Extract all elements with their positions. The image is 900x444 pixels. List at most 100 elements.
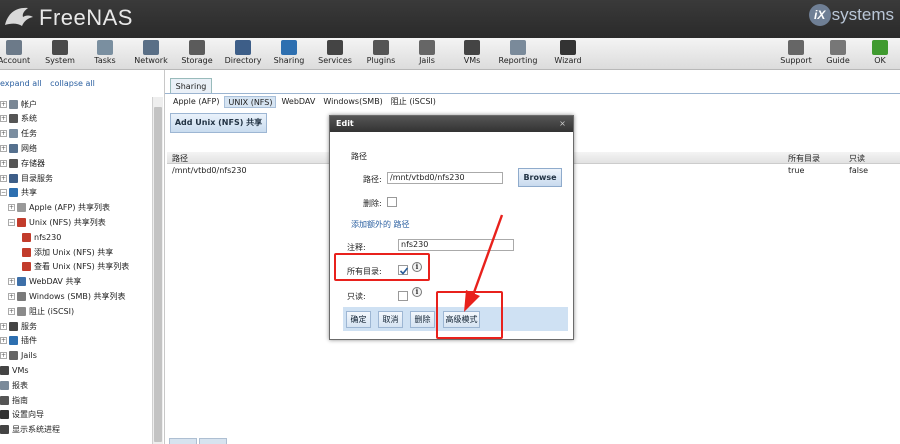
collapse-icon[interactable]: − xyxy=(8,218,15,226)
sidebar-scrollbar[interactable] xyxy=(152,97,163,444)
sidebar-item[interactable]: + 网络 xyxy=(0,141,37,155)
sidebar-item[interactable]: + 阻止 (iSCSI) xyxy=(8,304,74,318)
toolbar-reporting-button[interactable]: Reporting xyxy=(495,40,541,68)
column-header-alldirs[interactable]: 所有目录 xyxy=(788,153,820,164)
ok-button[interactable]: 确定 xyxy=(346,311,371,328)
toolbar-label: Tasks xyxy=(94,56,116,65)
sidebar-item[interactable]: + 目录服务 xyxy=(0,171,53,185)
toolbar-label: Sharing xyxy=(273,56,305,65)
expand-icon[interactable]: + xyxy=(0,159,7,167)
add-nfs-share-button[interactable]: Add Unix (NFS) 共享 xyxy=(170,113,267,133)
sidebar-item-label: 目录服务 xyxy=(21,173,53,183)
sidebar-item[interactable]: 指南 xyxy=(0,393,28,407)
sidebar-item[interactable]: − 共享 xyxy=(0,186,37,200)
toolbar-guide-button[interactable]: Guide xyxy=(815,40,861,68)
ok-status-icon xyxy=(872,40,888,55)
column-header-path[interactable]: 路径 xyxy=(172,153,188,164)
toolbar-network-button[interactable]: Network xyxy=(128,40,174,68)
toolbar-label: Directory xyxy=(224,56,262,65)
sidebar-item[interactable]: + 服务 xyxy=(0,319,37,333)
expand-icon[interactable]: + xyxy=(0,337,7,345)
add-extra-path-link[interactable]: 添加额外的 路径 xyxy=(351,219,410,230)
sidebar-item[interactable]: + WebDAV 共享 xyxy=(8,275,81,289)
sidebar-item[interactable]: + 帐户 xyxy=(0,97,37,111)
expand-icon[interactable]: + xyxy=(0,144,7,152)
expand-icon[interactable]: + xyxy=(0,130,7,138)
sidebar-item[interactable]: + 系统 xyxy=(0,112,37,126)
sidebar-item[interactable]: + Windows (SMB) 共享列表 xyxy=(8,289,126,303)
bottom-tab[interactable] xyxy=(169,438,197,444)
expand-all-link[interactable]: expand all xyxy=(0,79,42,88)
toolbar-plugins-button[interactable]: Plugins xyxy=(358,40,404,68)
tree-controls: expand all collapse all xyxy=(0,79,101,88)
toolbar-support-button[interactable]: Support xyxy=(773,40,819,68)
expand-icon[interactable]: + xyxy=(0,100,7,108)
sidebar-item[interactable]: 显示系统进程 xyxy=(0,423,60,437)
close-icon[interactable]: × xyxy=(558,119,567,128)
collapse-all-link[interactable]: collapse all xyxy=(50,79,95,88)
toolbar-jails-button[interactable]: Jails xyxy=(404,40,450,68)
expand-icon[interactable]: + xyxy=(8,307,15,315)
expand-icon[interactable]: + xyxy=(0,174,7,182)
expand-icon[interactable]: + xyxy=(8,278,15,286)
browse-button[interactable]: Browse xyxy=(518,168,562,187)
column-header-readonly[interactable]: 只读 xyxy=(849,153,865,164)
toolbar-tasks-button[interactable]: Tasks xyxy=(82,40,128,68)
sidebar-item[interactable]: + 插件 xyxy=(0,334,37,348)
toolbar-label: System xyxy=(45,56,75,65)
expand-icon[interactable]: + xyxy=(8,292,15,300)
toolbar-services-button[interactable]: Services xyxy=(312,40,358,68)
delete-button[interactable]: 删除 xyxy=(410,311,435,328)
sidebar-item[interactable]: + 存储器 xyxy=(0,156,45,170)
sidebar-item[interactable]: 报表 xyxy=(0,378,28,392)
dialog-title: Edit xyxy=(330,116,573,132)
expand-icon[interactable]: + xyxy=(0,322,7,330)
readonly-checkbox[interactable] xyxy=(398,291,408,301)
sidebar-item[interactable]: VMs xyxy=(0,363,29,377)
sidebar-scrollbar-thumb[interactable] xyxy=(154,107,162,442)
subtab[interactable]: WebDAV xyxy=(278,96,318,108)
delete-path-checkbox[interactable] xyxy=(387,197,397,207)
storage-icon xyxy=(189,40,205,55)
toolbar-label: VMs xyxy=(463,56,481,65)
sidebar-item[interactable]: − Unix (NFS) 共享列表 xyxy=(8,215,106,229)
sidebar-item-label: 添加 Unix (NFS) 共享 xyxy=(34,247,114,257)
iscsi-icon xyxy=(17,306,26,316)
toolbar-account-button[interactable]: Account xyxy=(0,40,37,68)
sidebar-item[interactable]: + Apple (AFP) 共享列表 xyxy=(8,201,110,215)
sidebar-item[interactable]: 添加 Unix (NFS) 共享 xyxy=(22,245,113,259)
readonly-info-icon[interactable]: i xyxy=(412,287,422,297)
sidebar-item[interactable]: 设置向导 xyxy=(0,408,44,422)
subtab[interactable]: Apple (AFP) xyxy=(170,96,222,108)
expand-icon[interactable]: + xyxy=(0,115,7,123)
sidebar-item[interactable]: nfs230 xyxy=(22,230,61,244)
path-input[interactable]: /mnt/vtbd0/nfs230 xyxy=(387,172,503,184)
sidebar-item-label: 插件 xyxy=(21,336,37,346)
cell-path: /mnt/vtbd0/nfs230 xyxy=(172,166,247,175)
system-icon xyxy=(52,40,68,55)
collapse-icon[interactable]: − xyxy=(0,189,7,197)
sidebar-item[interactable]: + 任务 xyxy=(0,127,37,141)
subtab[interactable]: 阻止 (iSCSI) xyxy=(388,96,439,108)
bottom-tab-strip xyxy=(169,438,229,444)
toolbar-vms-button[interactable]: VMs xyxy=(449,40,495,68)
tab-sharing[interactable]: Sharing xyxy=(170,78,212,94)
toolbar-system-button[interactable]: System xyxy=(37,40,83,68)
network-icon xyxy=(9,143,18,153)
subtab[interactable]: Windows(SMB) xyxy=(320,96,385,108)
toolbar-ok-button[interactable]: OK xyxy=(857,40,900,68)
sidebar-item[interactable]: 查看 Unix (NFS) 共享列表 xyxy=(22,260,129,274)
toolbar-storage-button[interactable]: Storage xyxy=(174,40,220,68)
ix-mark: iX xyxy=(808,4,831,26)
expand-icon[interactable]: + xyxy=(0,352,7,360)
expand-icon[interactable]: + xyxy=(8,204,15,212)
sharing-icon xyxy=(9,188,18,198)
toolbar-wizard-button[interactable]: Wizard xyxy=(545,40,591,68)
toolbar-sharing-button[interactable]: Sharing xyxy=(266,40,312,68)
webdav-icon xyxy=(17,277,26,287)
cancel-button[interactable]: 取消 xyxy=(378,311,403,328)
sidebar-item[interactable]: + Jails xyxy=(0,349,37,363)
toolbar-directory-button[interactable]: Directory xyxy=(220,40,266,68)
subtab[interactable]: UNIX (NFS) xyxy=(224,96,277,108)
bottom-tab[interactable] xyxy=(199,438,227,444)
